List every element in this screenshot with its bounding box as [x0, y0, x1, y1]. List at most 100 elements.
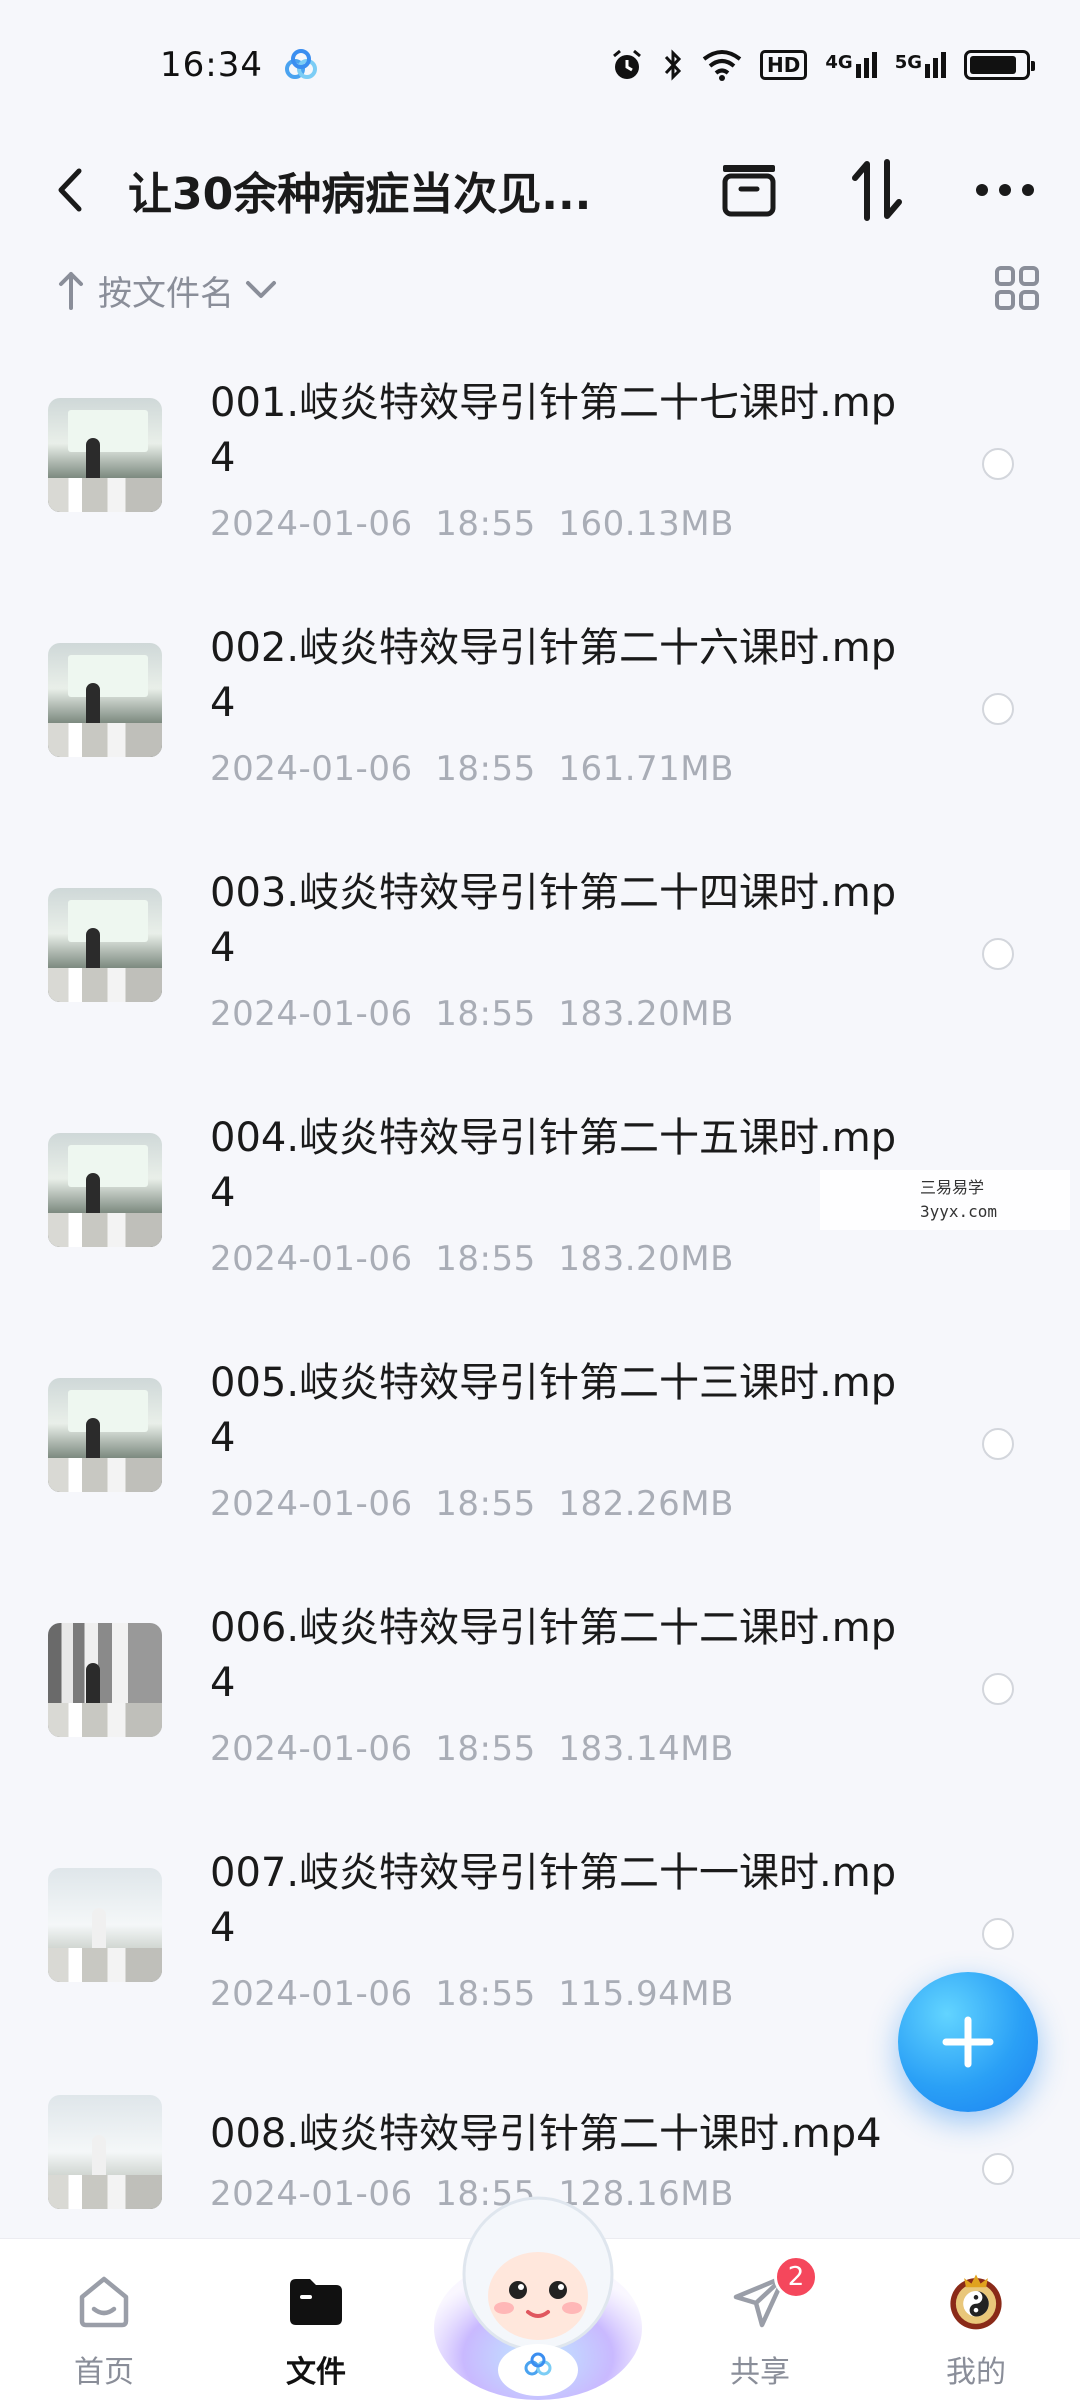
hd-icon: HD — [760, 50, 808, 80]
video-thumbnail — [48, 398, 162, 512]
file-name: 003.岐炎特效导引针第二十四课时.mp4 — [210, 870, 897, 971]
back-button[interactable] — [50, 160, 90, 220]
file-time: 18:55 — [435, 1484, 536, 1524]
home-icon — [79, 2276, 129, 2328]
file-time: 18:55 — [435, 749, 536, 789]
file-size: 160.13MB — [558, 504, 734, 544]
archive-icon — [722, 165, 776, 217]
file-meta: 2024-01-06 18:55 161.71MB — [210, 749, 910, 789]
video-thumbnail — [48, 1133, 162, 1247]
file-row[interactable]: 001.岐炎特效导引针第二十七课时.mp4 2024-01-06 18:55 1… — [0, 340, 1080, 585]
folder-icon — [290, 2279, 342, 2325]
signal-5g-icon: 5G — [895, 52, 946, 78]
file-time: 18:55 — [435, 1974, 536, 2014]
select-checkbox[interactable] — [982, 2153, 1014, 2185]
select-checkbox[interactable] — [982, 1428, 1014, 1460]
net1-label: 4G — [825, 52, 853, 73]
file-date: 2024-01-06 — [210, 2174, 413, 2214]
file-date: 2024-01-06 — [210, 994, 413, 1034]
select-checkbox[interactable] — [982, 448, 1014, 480]
nav-home[interactable]: 首页 — [24, 2239, 184, 2400]
file-row[interactable]: 005.岐炎特效导引针第二十三课时.mp4 2024-01-06 18:55 1… — [0, 1320, 1080, 1565]
file-date: 2024-01-06 — [210, 1484, 413, 1524]
file-time: 18:55 — [435, 994, 536, 1034]
video-thumbnail — [48, 643, 162, 757]
avatar — [950, 2274, 1002, 2330]
file-date: 2024-01-06 — [210, 1729, 413, 1769]
arrow-up-icon — [59, 272, 83, 310]
file-row[interactable]: 003.岐炎特效导引针第二十四课时.mp4 2024-01-06 18:55 1… — [0, 830, 1080, 1075]
watermark-line2: 3yyx.com — [920, 1202, 998, 1221]
add-button[interactable] — [898, 1972, 1038, 2112]
plus-icon — [942, 2016, 994, 2068]
video-thumbnail — [48, 1623, 162, 1737]
file-date: 2024-01-06 — [210, 749, 413, 789]
file-size: 182.26MB — [558, 1484, 734, 1524]
file-name: 002.岐炎特效导引针第二十六课时.mp4 — [210, 625, 897, 726]
nav-files-label: 文件 — [286, 2355, 346, 2390]
file-row[interactable]: 006.岐炎特效导引针第二十二课时.mp4 2024-01-06 18:55 1… — [0, 1565, 1080, 1810]
file-date: 2024-01-06 — [210, 1239, 413, 1279]
status-icons: HD 4G 5G — [610, 48, 1035, 82]
file-name: 004.岐炎特效导引针第二十五课时.mp4 — [210, 1115, 897, 1216]
file-size: 183.14MB — [558, 1729, 734, 1769]
share-badge: 2 — [774, 2255, 818, 2299]
file-name: 008.岐炎特效导引针第二十课时.mp4 — [210, 2111, 882, 2157]
video-thumbnail — [48, 1378, 162, 1492]
file-meta: 2024-01-06 18:55 183.14MB — [210, 1729, 910, 1769]
file-size: 183.20MB — [558, 994, 734, 1034]
alarm-icon — [613, 49, 641, 79]
nav-mine-label: 我的 — [946, 2355, 1006, 2390]
video-thumbnail — [48, 2095, 162, 2209]
file-meta: 2024-01-06 18:55 182.26MB — [210, 1484, 910, 1524]
nav-mine[interactable]: 我的 — [896, 2239, 1056, 2400]
grid-view-button[interactable] — [994, 265, 1040, 315]
file-date: 2024-01-06 — [210, 1974, 413, 2014]
more-button[interactable] — [970, 155, 1040, 225]
nav-share-label: 共享 — [730, 2355, 790, 2390]
nav-home-label: 首页 — [74, 2355, 134, 2390]
select-checkbox[interactable] — [982, 1673, 1014, 1705]
video-thumbnail — [48, 888, 162, 1002]
file-size: 183.20MB — [558, 1239, 734, 1279]
chevron-down-icon[interactable] — [244, 279, 278, 301]
file-row[interactable]: 002.岐炎特效导引针第二十六课时.mp4 2024-01-06 18:55 1… — [0, 585, 1080, 830]
file-name: 005.岐炎特效导引针第二十三课时.mp4 — [210, 1360, 897, 1461]
net2-label: 5G — [894, 52, 922, 73]
status-bar: 16:34 HD 4G 5G — [0, 0, 1080, 130]
chevron-left-icon — [58, 168, 82, 212]
status-time: 16:34 — [160, 45, 263, 85]
page-title: 让30余种病症当次见... — [128, 169, 592, 220]
select-checkbox[interactable] — [982, 1918, 1014, 1950]
sort-label[interactable]: 按文件名 — [98, 266, 234, 315]
assistant-mascot-button[interactable] — [428, 2178, 648, 2400]
file-meta: 2024-01-06 18:55 160.13MB — [210, 504, 910, 544]
file-size: 161.71MB — [558, 749, 734, 789]
file-meta: 2024-01-06 18:55 183.20MB — [210, 994, 910, 1034]
sort-bar: 按文件名 — [0, 255, 1080, 325]
watermark-line1: 三易易学 — [920, 1178, 985, 1197]
cloud-app-icon — [284, 49, 317, 79]
file-name: 007.岐炎特效导引针第二十一课时.mp4 — [210, 1850, 897, 1951]
sort-arrows-icon — [852, 159, 902, 221]
more-dots-icon — [976, 184, 1034, 196]
file-name: 006.岐炎特效导引针第二十二课时.mp4 — [210, 1605, 897, 1706]
wifi-icon — [702, 50, 742, 81]
file-meta: 2024-01-06 18:55 115.94MB — [210, 1974, 910, 2014]
header: 让30余种病症当次见... — [0, 130, 1080, 250]
file-name: 001.岐炎特效导引针第二十七课时.mp4 — [210, 380, 897, 481]
file-size: 115.94MB — [558, 1974, 734, 2014]
file-time: 18:55 — [435, 504, 536, 544]
bluetooth-icon — [664, 49, 682, 81]
select-checkbox[interactable] — [982, 938, 1014, 970]
file-time: 18:55 — [435, 1239, 536, 1279]
archive-button[interactable] — [714, 155, 784, 225]
select-checkbox[interactable] — [982, 693, 1014, 725]
file-meta: 2024-01-06 18:55 183.20MB — [210, 1239, 910, 1279]
grid-icon — [995, 266, 1039, 310]
nav-share[interactable]: 2 共享 — [680, 2239, 840, 2400]
sort-order-button[interactable] — [842, 155, 912, 225]
battery-icon — [964, 50, 1035, 80]
nav-files[interactable]: 文件 — [236, 2239, 396, 2400]
mascot-icon — [434, 2196, 642, 2400]
